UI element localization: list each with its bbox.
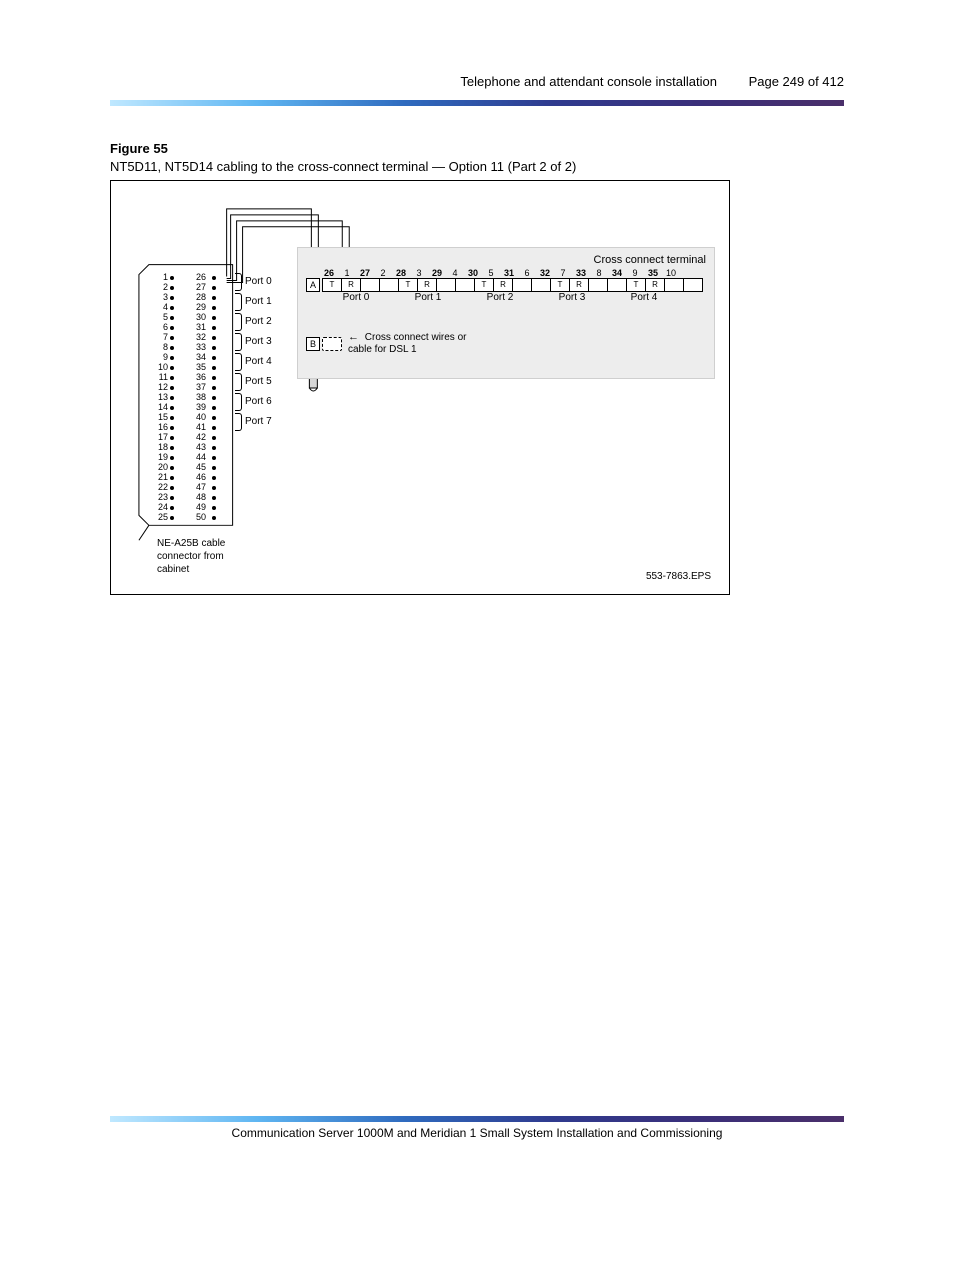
cross-connect-pin-numbers: 2612722832943053163273383493510 — [320, 268, 706, 278]
figure-id: Figure 55 — [110, 140, 576, 158]
figure-frame: 1262273284295306317328339341035113612371… — [110, 180, 730, 595]
cross-connect-port-names: Port 0Port 1Port 2Port 3Port 4 — [320, 292, 706, 303]
figure-inner: 1262273284295306317328339341035113612371… — [117, 187, 723, 588]
footer-color-bar — [110, 1116, 844, 1122]
eps-file-id: 553-7863.EPS — [646, 571, 711, 582]
cross-connect-title: Cross connect terminal — [306, 254, 706, 266]
figure-caption: Figure 55 NT5D11, NT5D14 cabling to the … — [110, 140, 576, 176]
connector-pin-block: 1262273284295306317328339341035113612371… — [155, 272, 217, 522]
port-label: Port 4 — [235, 352, 272, 372]
footer-doc-title: Communication Server 1000M and Meridian … — [0, 1126, 954, 1140]
cross-connect-row-a: A TRTRTRTRTR — [306, 278, 706, 292]
cross-connect-row-b: B ← Cross connect wires or cable for DSL… — [306, 331, 706, 356]
connector-port-labels: Port 0Port 1Port 2Port 3Port 4Port 5Port… — [235, 272, 272, 432]
row-b-label: B — [306, 337, 320, 351]
port-label: Port 5 — [235, 372, 272, 392]
port-label: Port 6 — [235, 392, 272, 412]
row-a-label: A — [306, 278, 320, 292]
cable-connector-label: NE-A25B cable connector from cabinet — [157, 537, 225, 576]
port-label: Port 2 — [235, 312, 272, 332]
page-number: Page 249 of 412 — [749, 74, 844, 89]
figure-caption-text: NT5D11, NT5D14 cabling to the cross-conn… — [110, 159, 576, 174]
port-label: Port 0 — [235, 272, 272, 292]
dsl1-slot-icon — [322, 337, 342, 351]
arrow-icon: ← — [348, 331, 359, 343]
cross-connect-note: ← Cross connect wires or cable for DSL 1 — [348, 331, 466, 356]
page-header: Telephone and attendant console installa… — [460, 74, 844, 89]
port-label: Port 3 — [235, 332, 272, 352]
port-label: Port 7 — [235, 412, 272, 432]
port-label: Port 1 — [235, 292, 272, 312]
cross-connect-panel: Cross connect terminal 26127228329430531… — [297, 247, 715, 379]
header-color-bar — [110, 100, 844, 106]
section-title: Telephone and attendant console installa… — [460, 74, 717, 89]
